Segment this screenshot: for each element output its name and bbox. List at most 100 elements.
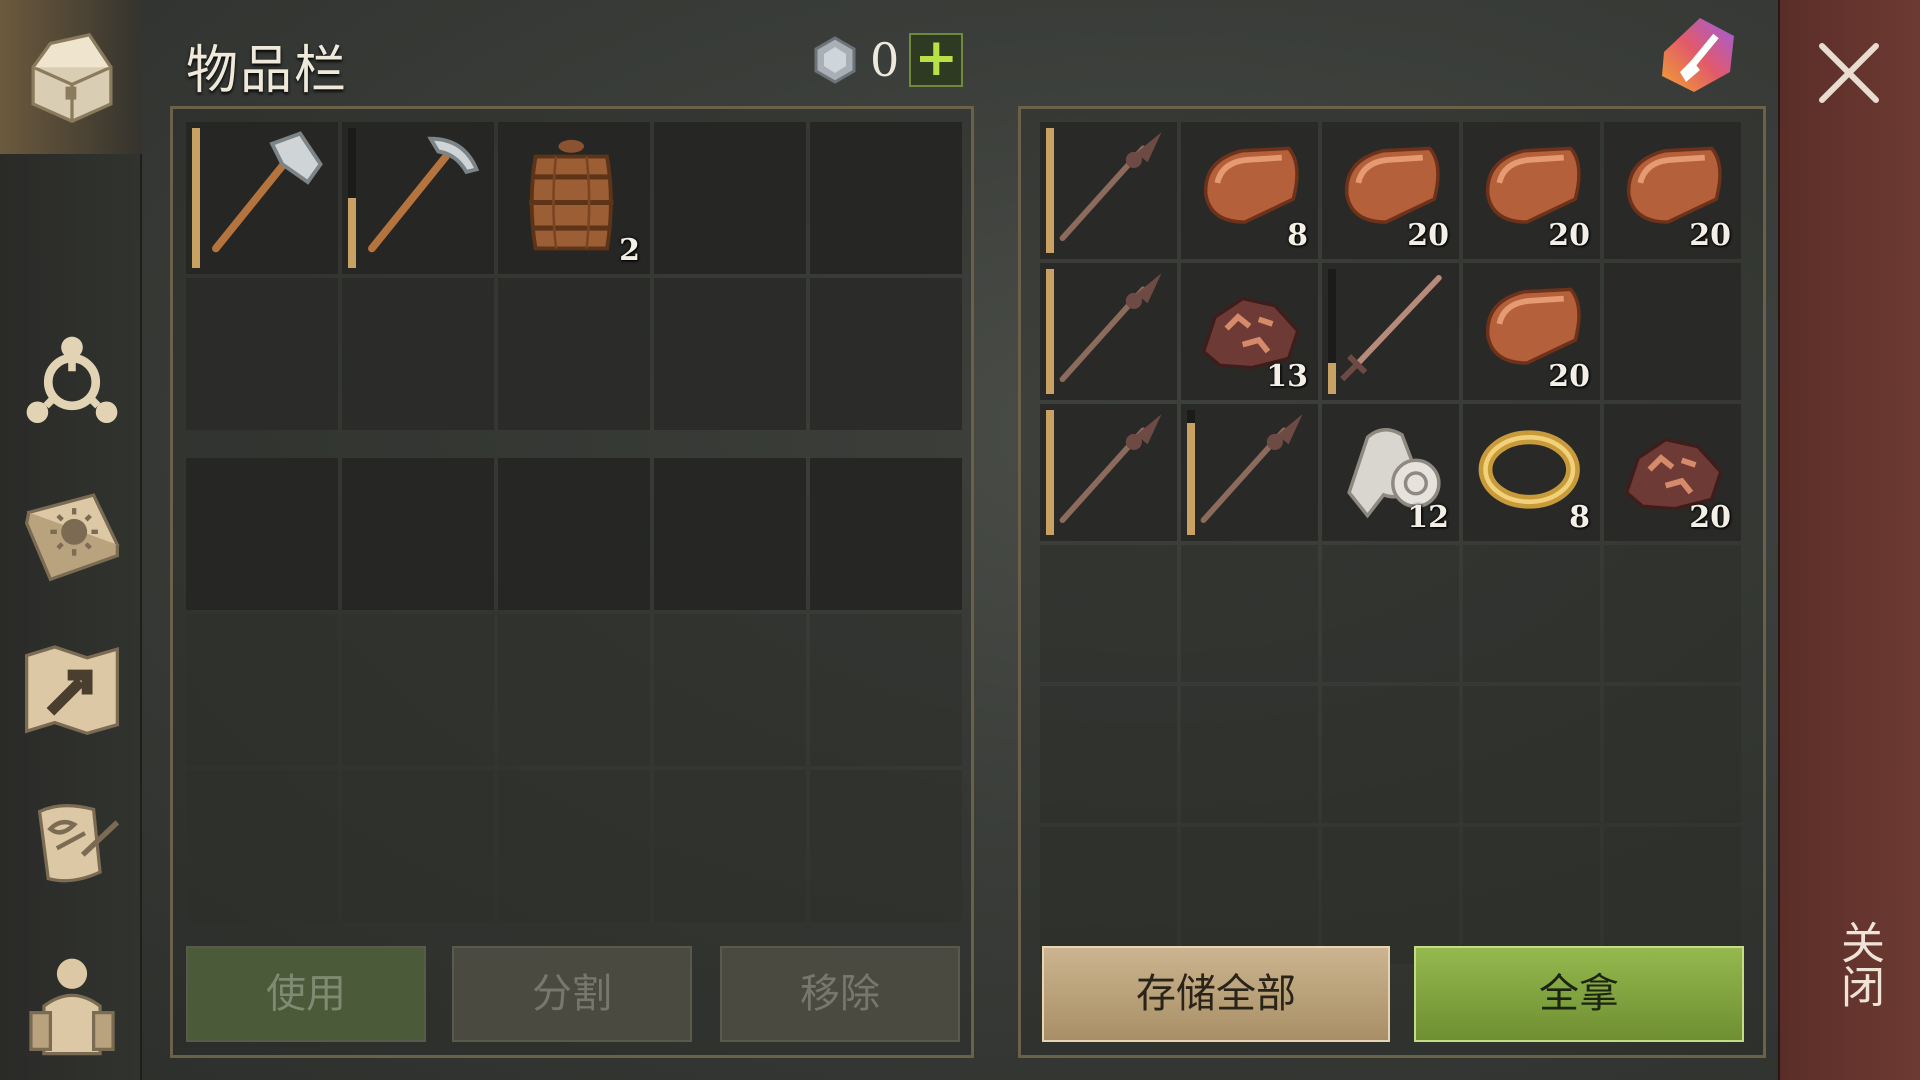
container-slot[interactable]: 8 xyxy=(1181,122,1318,259)
container-slot[interactable] xyxy=(1604,686,1741,823)
close-icon[interactable] xyxy=(1816,40,1882,106)
sidebar-item-quests[interactable] xyxy=(12,784,132,904)
container-slot[interactable]: 20 xyxy=(1463,263,1600,400)
container-slot[interactable] xyxy=(1604,827,1741,964)
inventory-grid-lower xyxy=(186,458,962,922)
container-slot[interactable]: 20 xyxy=(1604,122,1741,259)
currency-value: 0 xyxy=(870,33,900,87)
container-slot[interactable] xyxy=(1181,686,1318,823)
scroll-quill-icon xyxy=(37,804,120,883)
inventory-slot[interactable] xyxy=(342,278,494,430)
inventory-slot[interactable] xyxy=(186,122,338,274)
inventory-slot[interactable]: 2 xyxy=(498,122,650,274)
inventory-slot[interactable] xyxy=(810,122,962,274)
container-slot[interactable] xyxy=(1463,827,1600,964)
sidebar xyxy=(0,0,142,1080)
character-backpack-icon xyxy=(29,958,115,1056)
container-slot[interactable] xyxy=(1181,827,1318,964)
inventory-slot-locked xyxy=(810,614,962,766)
take-all-button[interactable]: 全拿 xyxy=(1414,946,1744,1042)
sidebar-item-journal[interactable] xyxy=(12,474,132,594)
inventory-slot-locked xyxy=(810,770,962,922)
inventory-slot-locked xyxy=(498,614,650,766)
spear-icon xyxy=(1059,414,1162,524)
container-slot[interactable]: 20 xyxy=(1322,122,1459,259)
container-slot[interactable] xyxy=(1181,545,1318,682)
container-slot[interactable] xyxy=(1040,263,1177,400)
container-slot[interactable] xyxy=(1040,404,1177,541)
container-slot[interactable] xyxy=(1604,545,1741,682)
container-slot[interactable] xyxy=(1322,263,1459,400)
split-button[interactable]: 分割 xyxy=(452,946,692,1042)
inventory-slot[interactable] xyxy=(342,458,494,610)
map-arrow-icon xyxy=(25,645,119,736)
item-quantity: 20 xyxy=(1548,218,1590,253)
item-quantity: 20 xyxy=(1689,500,1731,535)
item-quantity: 8 xyxy=(1569,500,1590,535)
container-slot[interactable] xyxy=(1040,686,1177,823)
inventory-slot[interactable] xyxy=(810,278,962,430)
book-sun-icon xyxy=(24,493,120,582)
container-slot[interactable]: 20 xyxy=(1604,404,1741,541)
axe-icon xyxy=(212,131,324,253)
inventory-slot[interactable] xyxy=(186,458,338,610)
container-slot[interactable] xyxy=(1040,122,1177,259)
sidebar-item-map[interactable] xyxy=(12,628,132,748)
add-currency-button[interactable]: + xyxy=(909,32,964,87)
item-quantity: 20 xyxy=(1689,218,1731,253)
page-title: 物品栏 xyxy=(186,41,349,101)
item-quantity: 20 xyxy=(1548,359,1590,394)
container-slot[interactable] xyxy=(1322,545,1459,682)
remove-button[interactable]: 移除 xyxy=(720,946,960,1042)
item-quantity: 12 xyxy=(1407,500,1449,535)
inventory-slot[interactable] xyxy=(654,278,806,430)
inventory-slot[interactable] xyxy=(186,278,338,430)
inventory-slot-locked xyxy=(342,614,494,766)
container-slot[interactable]: 8 xyxy=(1463,404,1600,541)
sword-icon xyxy=(1340,275,1442,382)
store-all-button[interactable]: 存储全部 xyxy=(1042,946,1390,1042)
inventory-slot-locked xyxy=(186,614,338,766)
inventory-grid: 2 xyxy=(186,122,962,430)
inventory-slot-locked xyxy=(342,770,494,922)
container-slot[interactable] xyxy=(1040,827,1177,964)
pickaxe-icon xyxy=(368,136,480,253)
inventory-slot[interactable] xyxy=(654,458,806,610)
inventory-slot[interactable] xyxy=(498,458,650,610)
close-panel[interactable]: 关闭 xyxy=(1778,0,1920,1080)
inventory-slot-locked xyxy=(654,614,806,766)
inventory-slot[interactable] xyxy=(810,458,962,610)
container-slot[interactable] xyxy=(1322,827,1459,964)
container-slot[interactable] xyxy=(1463,686,1600,823)
container-slot[interactable] xyxy=(1604,263,1741,400)
inventory-slot[interactable] xyxy=(342,122,494,274)
container-slot[interactable]: 20 xyxy=(1463,122,1600,259)
sidebar-item-character[interactable] xyxy=(12,944,132,1064)
item-quantity: 20 xyxy=(1407,218,1449,253)
inventory-slot[interactable] xyxy=(654,122,806,274)
paint-brush-icon[interactable] xyxy=(1654,12,1740,98)
currency-display: 0 + xyxy=(810,32,964,88)
spear-icon xyxy=(1059,132,1162,242)
container-slot[interactable] xyxy=(1322,686,1459,823)
gem-coin-icon xyxy=(814,36,856,84)
spear-icon xyxy=(1200,414,1303,524)
skills-tree-icon xyxy=(26,336,118,424)
use-button[interactable]: 使用 xyxy=(186,946,426,1042)
container-slot[interactable] xyxy=(1181,404,1318,541)
sidebar-item-chest[interactable] xyxy=(12,18,132,138)
inventory-slot[interactable] xyxy=(498,278,650,430)
chest-icon xyxy=(31,32,113,123)
container-slot[interactable]: 13 xyxy=(1181,263,1318,400)
container-slot[interactable] xyxy=(1040,545,1177,682)
spear-icon xyxy=(1059,273,1162,383)
container-grid: 8 20 20 20 13 20 12 8 20 xyxy=(1040,122,1741,964)
sidebar-item-skills[interactable] xyxy=(12,322,132,442)
item-quantity: 8 xyxy=(1287,218,1308,253)
container-slot[interactable]: 12 xyxy=(1322,404,1459,541)
inventory-slot-locked xyxy=(186,770,338,922)
close-label[interactable]: 关闭 xyxy=(1826,920,1890,1008)
item-quantity: 2 xyxy=(619,233,640,268)
container-slot[interactable] xyxy=(1463,545,1600,682)
item-quantity: 13 xyxy=(1266,359,1308,394)
